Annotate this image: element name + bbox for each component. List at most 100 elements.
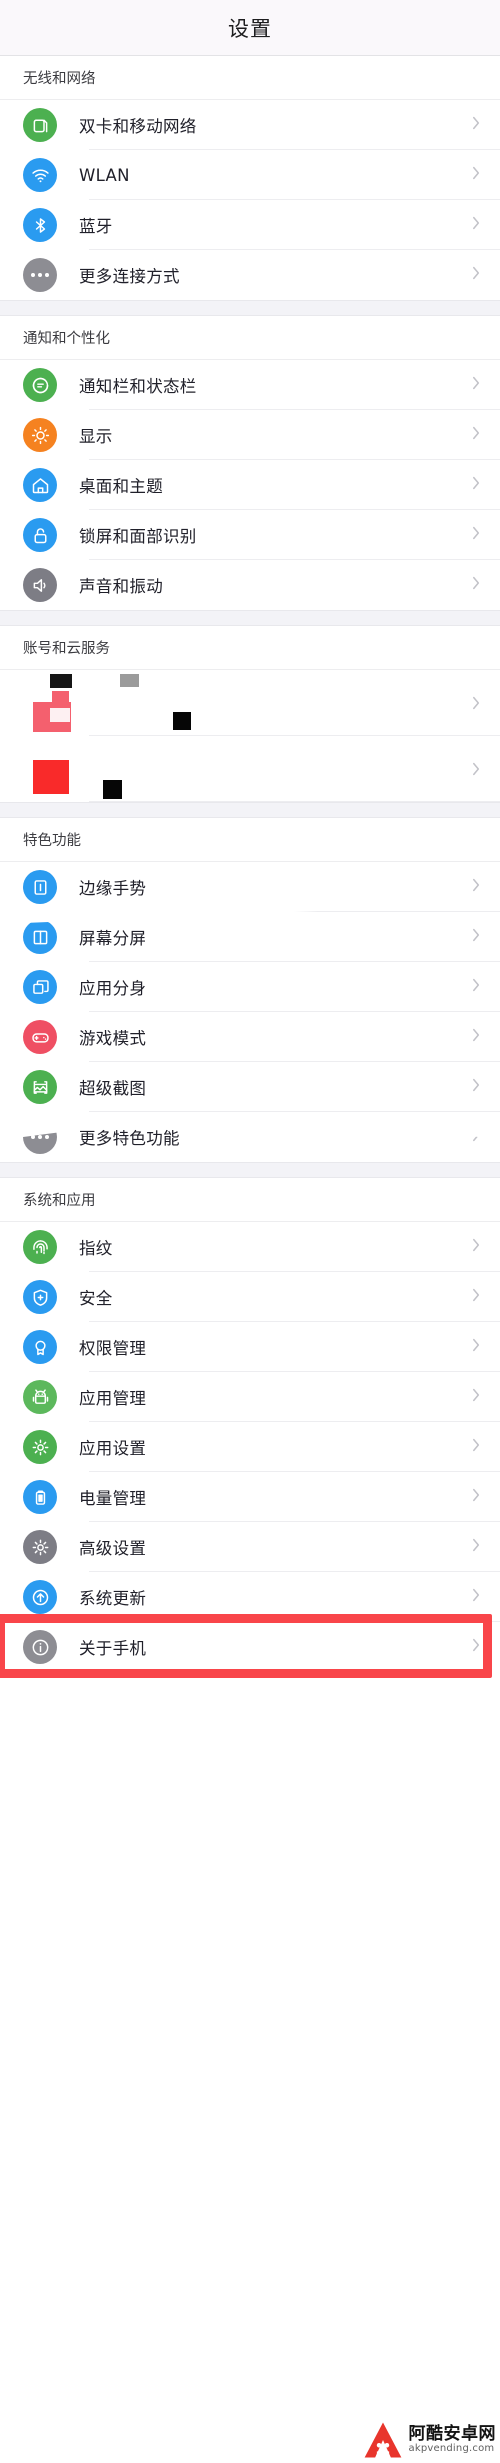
chevron-right-icon [471,1336,482,1358]
list-item-label: 更多特色功能 [79,1129,180,1148]
chevron-right-icon [471,976,482,998]
list-item-edge-gesture[interactable]: 边缘手势 [0,862,500,912]
list-item-wifi[interactable]: WLAN [0,150,500,200]
info-circle-icon [23,1630,57,1664]
list-item-label: 双卡和移动网络 [79,117,197,136]
gear-icon [23,1430,57,1464]
list-item-label: 通知栏和状态栏 [79,377,197,396]
chevron-right-icon [471,1236,482,1258]
section-divider [0,802,500,818]
wifi-icon [23,158,57,192]
redaction-block [120,674,139,687]
shield-plus-icon [23,1280,57,1314]
section-header-notification-personalization: 通知和个性化 [0,316,500,360]
list-item-sim-card[interactable]: 双卡和移动网络 [0,100,500,150]
chevron-right-icon [471,1386,482,1408]
section-divider [0,300,500,316]
list-item-brightness-sun[interactable]: 显示 [0,410,500,460]
redaction-block [33,760,69,794]
chevron-right-icon [471,214,482,236]
chevron-right-icon [471,1486,482,1508]
watermark-logo-icon [364,2422,401,2461]
titlebar: 设置 [0,0,500,56]
list-item-fingerprint[interactable]: 指纹 [0,1222,500,1272]
settings-list[interactable]: 无线和网络 双卡和移动网络 WLAN 蓝牙 更多连接方式 通知和个性化 通知栏和… [0,56,500,1672]
list-item-label: WLAN [79,165,130,185]
section-title: 无线和网络 [23,71,96,87]
gear-icon [23,1530,57,1564]
redaction-block [103,780,122,799]
section-title: 账号和云服务 [23,641,110,657]
permission-badge-icon [23,1330,57,1364]
list-item-screenshot[interactable]: 超级截图 [0,1062,500,1112]
chevron-right-icon [471,264,482,286]
list-item-label: 边缘手势 [79,879,147,898]
battery-icon [23,1480,57,1514]
list-item-label: 关于手机 [79,1639,147,1658]
list-item-gear[interactable]: 应用设置 [0,1422,500,1472]
list-item-speaker-volume[interactable]: 声音和振动 [0,560,500,610]
list-item-label: 高级设置 [79,1539,147,1558]
list-item-battery[interactable]: 电量管理 [0,1472,500,1522]
lock-icon [23,518,57,552]
home-house-icon [23,468,57,502]
list-item-android-robot[interactable]: 应用管理 [0,1372,500,1422]
sim-card-icon [23,108,57,142]
more-dots-icon [23,258,57,292]
list-item-label: 更多连接方式 [79,267,180,286]
list-item[interactable] [0,670,500,736]
fingerprint-icon [23,1230,57,1264]
page-title: 设置 [228,16,272,41]
chevron-right-icon [471,1586,482,1608]
section-title: 特色功能 [23,833,81,849]
section-divider [0,1162,500,1178]
screenshot-icon [23,1070,57,1104]
chevron-right-icon [471,1536,482,1558]
list-item-lock[interactable]: 锁屏和面部识别 [0,510,500,560]
redaction-block [52,691,69,709]
list-item-notification-bubble[interactable]: 通知栏和状态栏 [0,360,500,410]
chevron-right-icon [471,164,482,186]
section-title: 系统和应用 [23,1193,96,1209]
list-item-label: 指纹 [79,1239,113,1258]
account-cloud-rows[interactable] [0,670,500,802]
list-item-app-clone[interactable]: 应用分身 [0,962,500,1012]
chevron-right-icon [471,1026,482,1048]
list-item-label: 应用管理 [79,1389,147,1408]
list-item-shield-plus[interactable]: 安全 [0,1272,500,1322]
brightness-sun-icon [23,418,57,452]
chevron-right-icon [471,114,482,136]
list-item-label: 声音和振动 [79,577,163,596]
chevron-right-icon [473,696,480,710]
list-item-gear[interactable]: 高级设置 [0,1522,500,1572]
list-item-label: 蓝牙 [79,217,113,236]
android-robot-icon [23,1380,57,1414]
chevron-right-icon [471,524,482,546]
list-item-bluetooth[interactable]: 蓝牙 [0,200,500,250]
list-item-more-dots[interactable]: 更多连接方式 [0,250,500,300]
list-item-permission-badge[interactable]: 权限管理 [0,1322,500,1372]
chevron-right-icon [471,926,482,948]
list-item-home-house[interactable]: 桌面和主题 [0,460,500,510]
section-header-wireless-network: 无线和网络 [0,56,500,100]
section-divider [0,610,500,626]
list-item-info-circle[interactable]: 关于手机 [0,1622,500,1672]
split-screen-icon [23,920,57,954]
chevron-right-icon [471,474,482,496]
chevron-right-icon [473,762,480,776]
redaction-block [173,712,191,730]
list-item-label: 电量管理 [79,1489,147,1508]
speaker-volume-icon [23,568,57,602]
list-item-gamepad[interactable]: 游戏模式 [0,1012,500,1062]
edge-gesture-icon [23,870,57,904]
chevron-right-icon [471,1436,482,1458]
list-item-label: 游戏模式 [79,1029,147,1048]
list-item-label: 显示 [79,427,113,446]
list-item-arrow-up-circle[interactable]: 系统更新 [0,1572,500,1622]
chevron-right-icon [471,424,482,446]
list-item[interactable] [0,736,500,802]
redaction-block [50,674,72,688]
list-item-label: 应用分身 [79,979,147,998]
list-item-label: 屏幕分屏 [79,929,147,948]
list-item-label: 系统更新 [79,1589,147,1608]
